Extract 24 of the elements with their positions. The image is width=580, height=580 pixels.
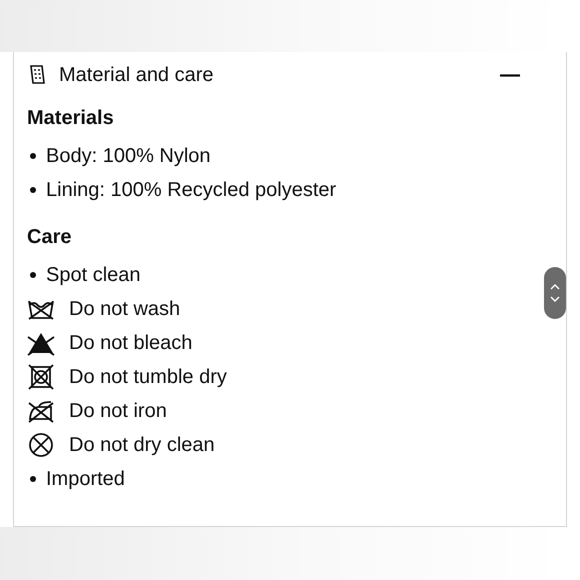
chevron-up-icon[interactable]	[550, 283, 560, 290]
bullet-icon	[30, 153, 36, 159]
do-not-dry-clean-icon	[27, 432, 55, 458]
group-heading: Care	[27, 225, 72, 250]
chevron-down-icon[interactable]	[550, 296, 560, 303]
list-item-text: Spot clean	[46, 263, 141, 288]
list-item-text: Do not dry clean	[69, 433, 215, 458]
bullet-icon	[30, 187, 36, 193]
list-item-text: Do not wash	[69, 297, 180, 322]
scroll-control[interactable]	[544, 267, 566, 319]
bullet-icon	[30, 272, 36, 278]
section-title: Material and care	[59, 63, 214, 88]
bullet-icon	[30, 476, 36, 482]
document-icon	[27, 64, 47, 86]
list-item-text: Lining: 100% Recycled polyester	[46, 178, 336, 203]
list-item-text: Do not bleach	[69, 331, 192, 356]
do-not-tumble-dry-icon	[27, 364, 55, 390]
list-item-text: Do not tumble dry	[69, 365, 227, 390]
list-item-text: Imported	[46, 467, 125, 492]
list-item-text: Body: 100% Nylon	[46, 144, 211, 169]
minus-icon	[500, 74, 520, 76]
group-heading: Materials	[27, 106, 115, 131]
list-item-text: Do not iron	[69, 399, 167, 424]
do-not-iron-icon	[27, 398, 55, 424]
